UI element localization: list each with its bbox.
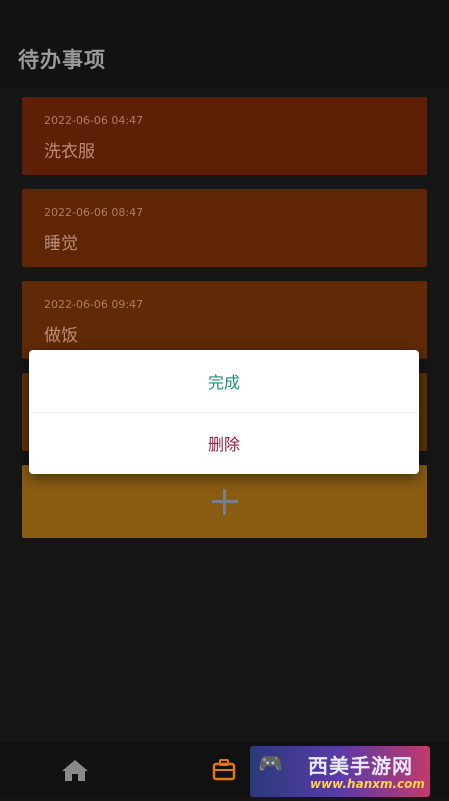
watermark-logo: 🎮 西美手游网 www.hanxm.com [250, 746, 430, 797]
watermark-brand: 西美手游网 [308, 754, 413, 778]
tab-todos[interactable] [194, 743, 254, 797]
complete-button[interactable]: 完成 [29, 350, 419, 413]
app-root: 待办事项 2022-06-06 04:47 洗衣服 2022-06-06 08:… [0, 0, 449, 797]
watermark-url: www.hanxm.com [310, 777, 425, 791]
app-header: 待办事项 [0, 0, 449, 88]
tab-home[interactable] [45, 743, 105, 797]
delete-button[interactable]: 删除 [29, 412, 419, 474]
gamepad-icon: 🎮 [258, 751, 283, 775]
page-title: 待办事项 [18, 48, 106, 72]
briefcase-icon [212, 759, 236, 781]
action-dialog: 完成 删除 [29, 350, 419, 474]
home-icon [62, 760, 88, 781]
